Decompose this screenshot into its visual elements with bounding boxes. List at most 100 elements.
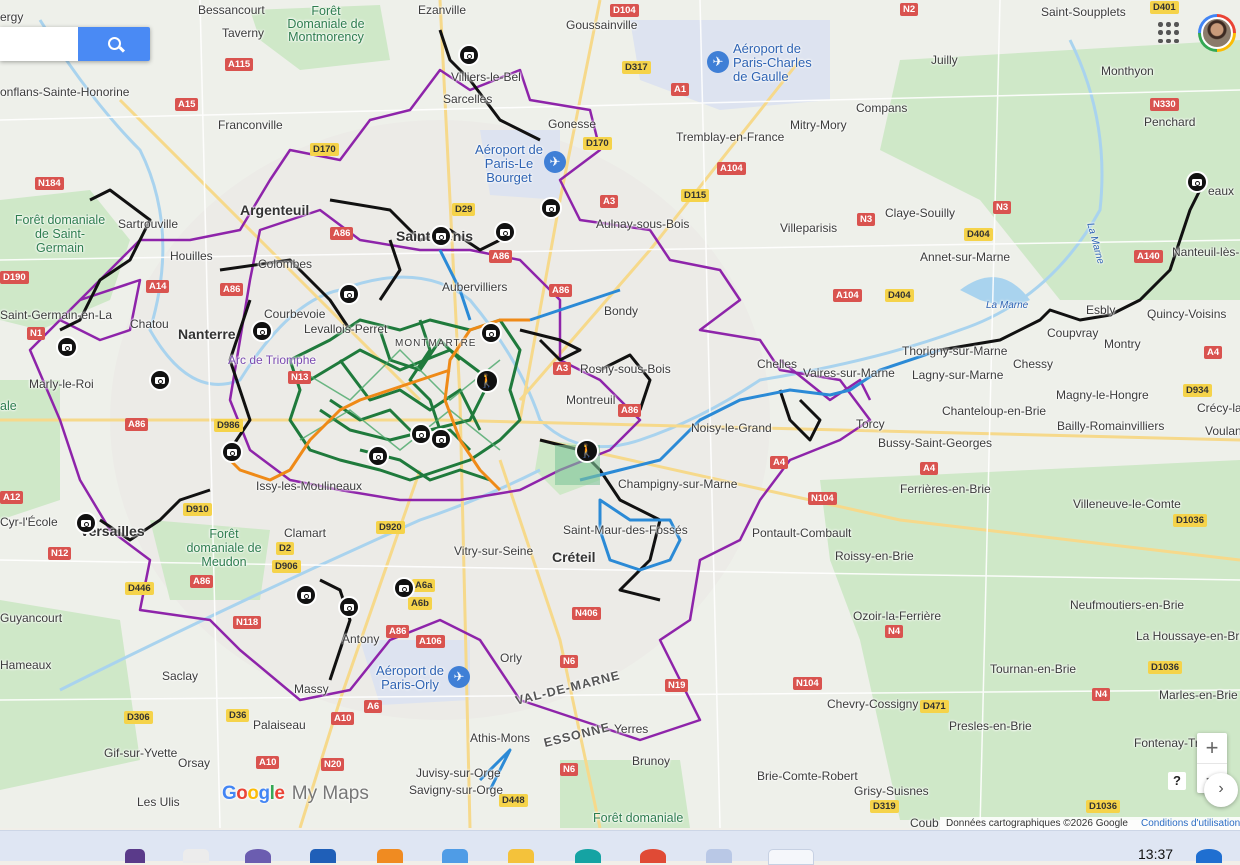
airport-label: Aéroport de Paris-Le Bourget (475, 142, 543, 185)
search-input[interactable] (0, 27, 76, 61)
place-label: Thorigny-sur-Marne (902, 344, 1008, 358)
place-label: Colombes (258, 257, 313, 271)
place-label: Villiers-le-Bel (451, 70, 521, 84)
road-shield: D446 (125, 582, 154, 595)
place-label: Rosny-sous-Bois (580, 362, 671, 376)
place-label: Sartrouville (118, 217, 179, 231)
camera-icon[interactable] (367, 445, 389, 467)
place-label: Chanteloup-en-Brie (942, 404, 1047, 418)
place-label: Champigny-sur-Marne (618, 477, 738, 491)
camera-icon[interactable] (251, 320, 273, 342)
camera-icon[interactable] (430, 225, 452, 247)
place-label: Vaires-sur-Marne (803, 366, 895, 380)
river-label: La Marne (986, 300, 1029, 311)
terms-link[interactable]: Conditions d'utilisation (1141, 817, 1240, 830)
taskbar-app-icon[interactable] (508, 849, 534, 863)
road-shield: N3 (993, 201, 1012, 214)
taskbar-app-icon[interactable] (183, 849, 209, 863)
forest-label: Forêt Domaniale de Montmorency (287, 4, 365, 44)
place-label: Voulan (1205, 424, 1240, 438)
place-label: Cyr-l'École (0, 515, 58, 529)
place-label: Antony (342, 632, 380, 646)
road-shield: A10 (331, 712, 355, 725)
forest-label: Forêt domaniale (593, 811, 684, 825)
camera-icon[interactable] (480, 322, 502, 344)
place-label: Bailly-Romainvilliers (1057, 419, 1165, 433)
road-shield: A1 (671, 83, 690, 96)
camera-icon[interactable] (149, 369, 171, 391)
map-canvas[interactable]: Bessancourt Ezanville Goussainville Sain… (0, 0, 1240, 828)
road-shield: N19 (665, 679, 689, 692)
place-label: Franconville (218, 118, 283, 132)
place-label: onflans-Sainte-Honorine (0, 85, 130, 99)
camera-icon[interactable] (1186, 171, 1208, 193)
place-label: Villeparisis (780, 221, 838, 235)
camera-icon[interactable] (430, 428, 452, 450)
place-label: Guyancourt (0, 611, 63, 625)
place-label: Lagny-sur-Marne (912, 368, 1004, 382)
road-shield: N184 (35, 177, 64, 190)
search-box (0, 27, 150, 61)
taskbar-app-icon[interactable] (640, 849, 666, 863)
place-label: Saclay (162, 669, 199, 683)
place-label: Roissy-en-Brie (835, 549, 914, 563)
expand-button[interactable]: › (1204, 773, 1238, 807)
taskbar-app-icon[interactable] (377, 849, 403, 863)
camera-icon[interactable] (75, 512, 97, 534)
city-label: Argenteuil (240, 202, 310, 218)
camera-icon[interactable] (410, 423, 432, 445)
city-label: Créteil (552, 549, 596, 565)
google-my-maps-logo: Google My Maps (222, 783, 369, 804)
road-shield: N406 (572, 607, 601, 620)
road-shield: N2 (900, 3, 919, 16)
taskbar-app-icon[interactable] (575, 849, 601, 863)
plane-icon[interactable]: ✈ (544, 151, 566, 173)
taskbar-app-icon[interactable] (442, 849, 468, 863)
place-label: Bessancourt (198, 3, 265, 17)
taskbar-app-icon[interactable] (310, 849, 336, 863)
place-label: Pontault-Combault (752, 526, 852, 540)
place-label: Esbly (1086, 303, 1116, 317)
taskbar-app-icon[interactable] (768, 849, 814, 865)
taskbar-app-icon[interactable] (1196, 849, 1222, 863)
help-button[interactable]: ? (1168, 772, 1186, 790)
road-shield: N20 (321, 758, 345, 771)
place-label: Vitry-sur-Seine (454, 544, 534, 558)
camera-icon[interactable] (295, 584, 317, 606)
plane-icon[interactable]: ✈ (707, 51, 729, 73)
place-label: Gif-sur-Yvette (104, 746, 178, 760)
camera-icon[interactable] (540, 197, 562, 219)
place-label: Ferrières-en-Brie (900, 482, 991, 496)
taskbar-app-icon[interactable] (706, 849, 732, 863)
camera-icon[interactable] (221, 441, 243, 463)
place-label: Torcy (856, 417, 885, 431)
place-label: Montreuil (566, 393, 616, 407)
zoom-in-button[interactable]: + (1197, 733, 1227, 763)
place-label: Chessy (1013, 357, 1054, 371)
place-label: Fontenay-Tr (1134, 736, 1199, 750)
place-label: Montry (1104, 337, 1141, 351)
road-shield: A86 (549, 284, 573, 297)
plane-icon[interactable]: ✈ (448, 666, 470, 688)
road-shield: A86 (489, 250, 513, 263)
road-shield: D448 (499, 794, 528, 807)
place-label: Grisy-Suisnes (854, 784, 929, 798)
hiker-icon[interactable]: 🚶 (475, 369, 499, 393)
user-avatar-icon[interactable] (1198, 14, 1236, 52)
place-label: Sarcelles (443, 92, 493, 106)
road-shield: N104 (793, 677, 822, 690)
place-label: Savigny-sur-Orge (409, 783, 504, 797)
camera-icon[interactable] (56, 336, 78, 358)
apps-grid-icon[interactable] (1158, 22, 1180, 44)
search-button[interactable] (78, 27, 150, 61)
district-label: MONTMARTRE (395, 338, 477, 349)
camera-icon[interactable] (494, 221, 516, 243)
camera-icon[interactable] (338, 596, 360, 618)
camera-icon[interactable] (458, 44, 480, 66)
camera-icon[interactable] (338, 283, 360, 305)
taskbar-app-icon[interactable] (125, 849, 145, 863)
place-label: Annet-sur-Marne (920, 250, 1011, 264)
camera-icon[interactable] (393, 577, 415, 599)
hiker-icon[interactable]: 🚶 (575, 439, 599, 463)
taskbar-app-icon[interactable] (245, 849, 271, 863)
